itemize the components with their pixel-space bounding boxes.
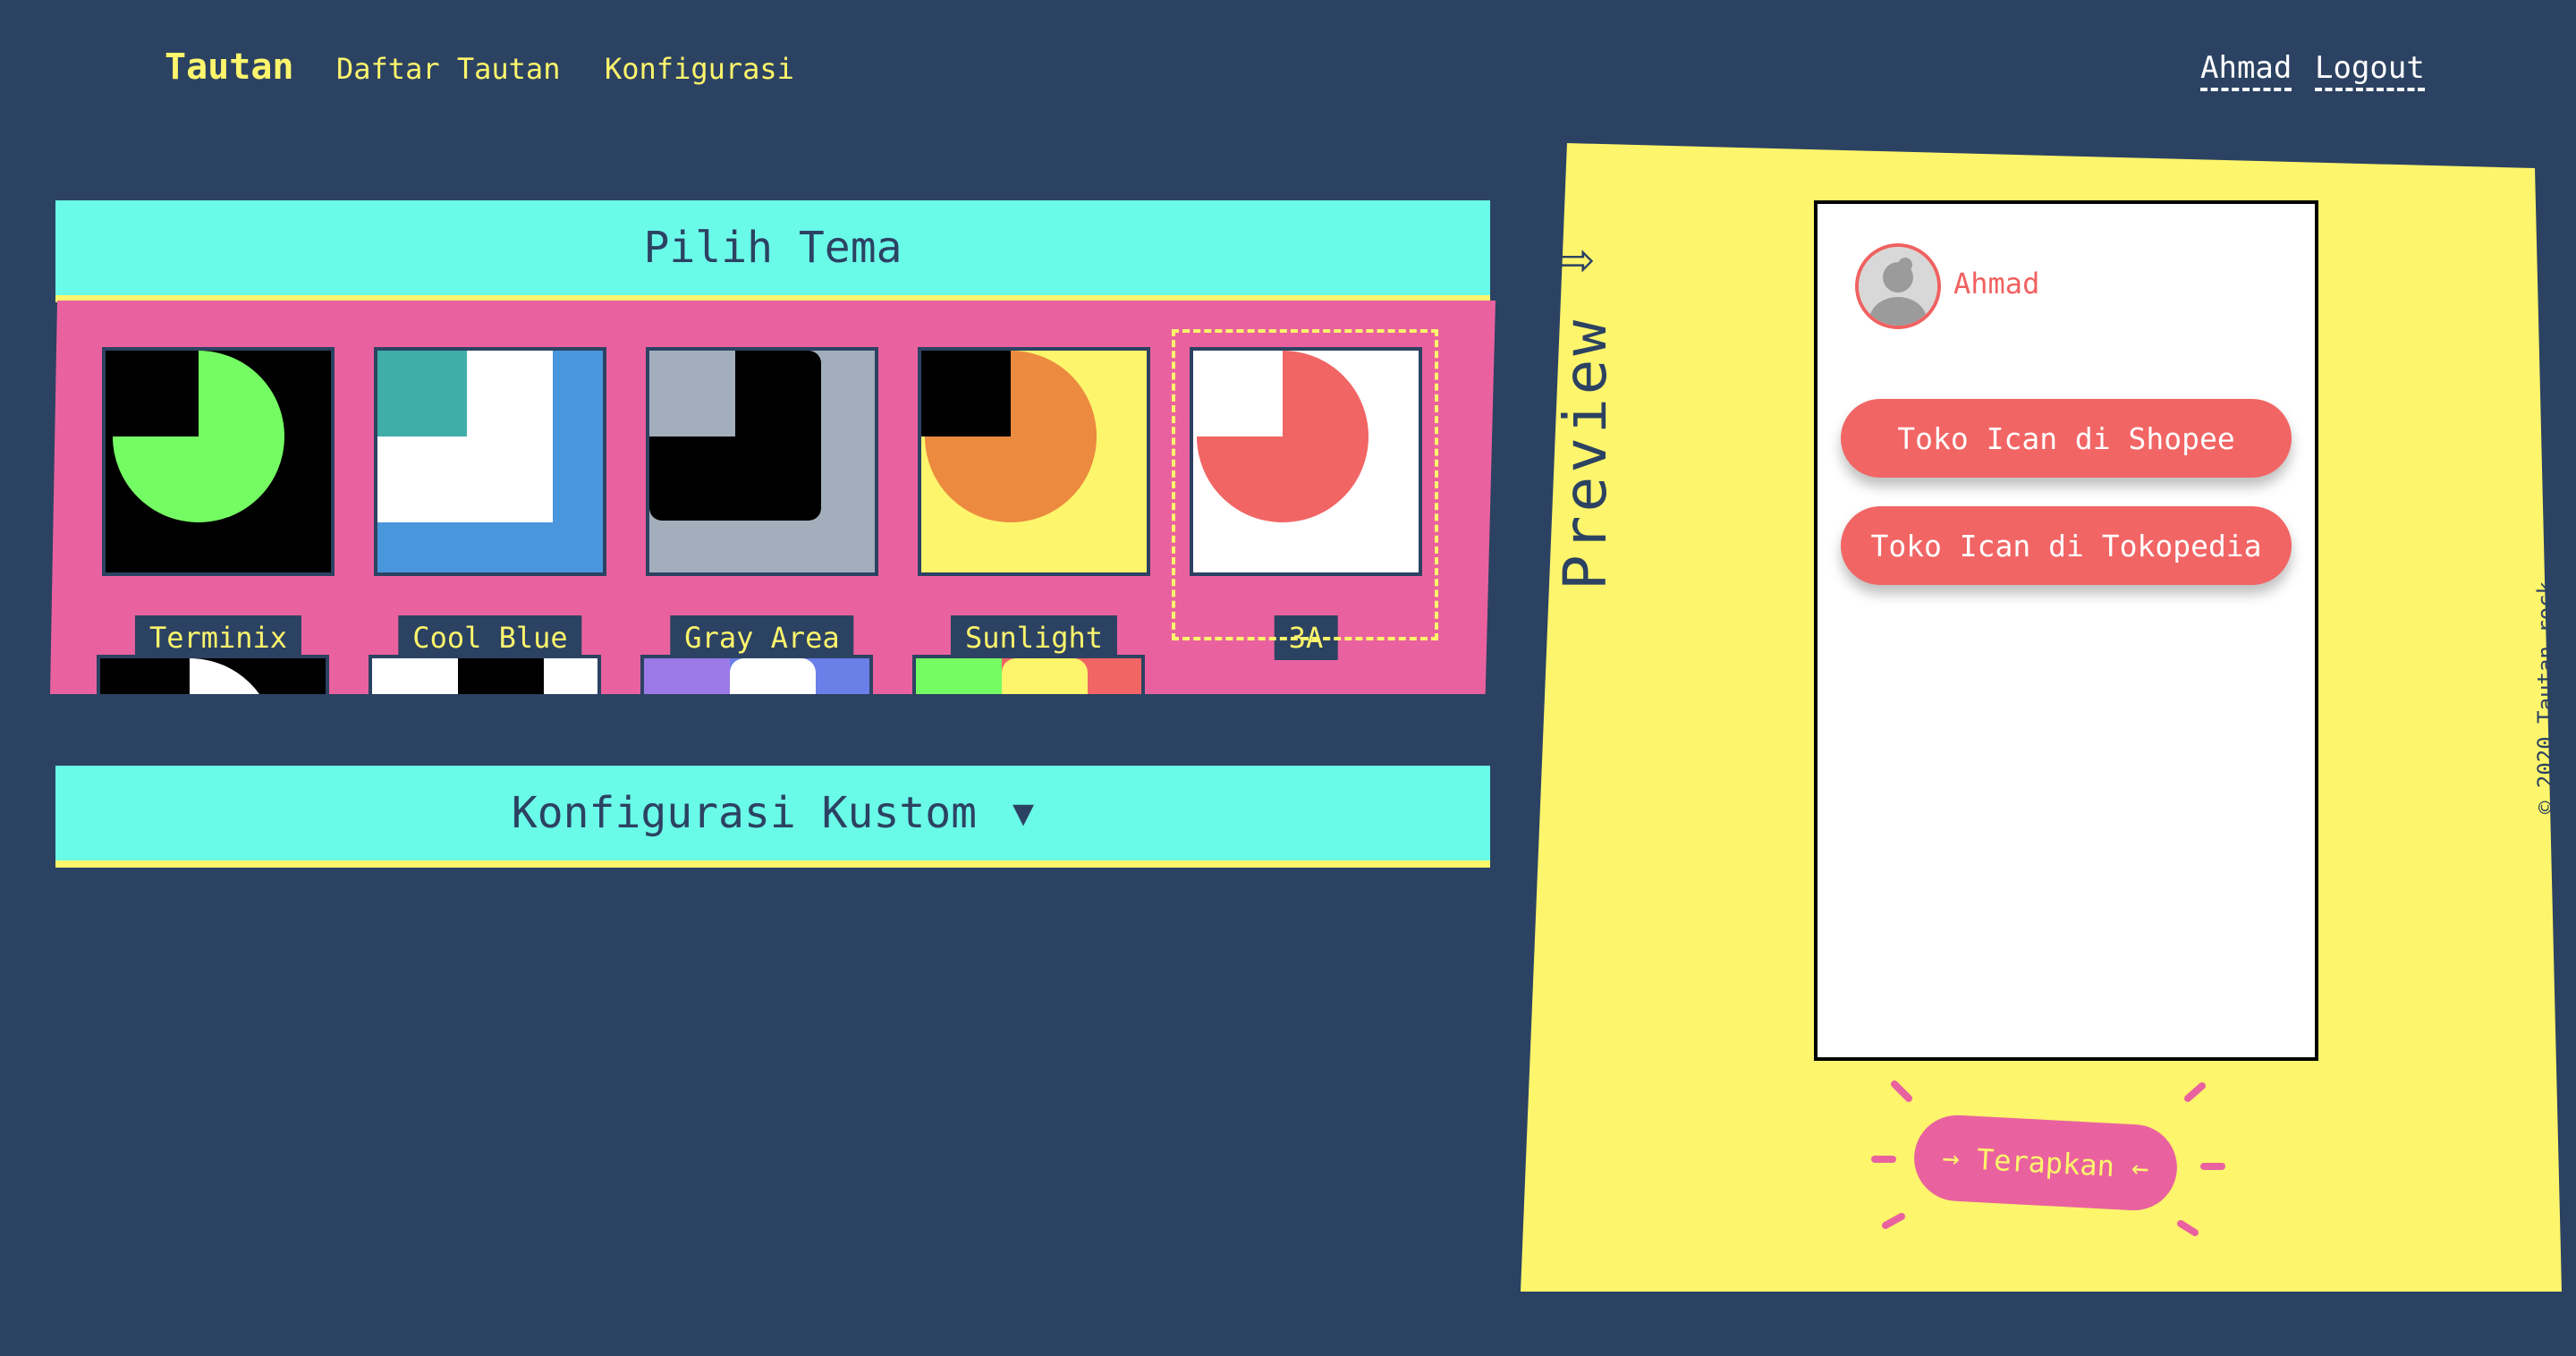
nav-link-daftar-tautan[interactable]: Daftar Tautan [336,52,560,86]
theme-swatch-gray-area[interactable] [646,347,878,576]
logout-link[interactable]: Logout [2315,50,2425,91]
phone-preview: Ahmad Toko Ican di Shopee Toko Ican di T… [1814,200,2318,1061]
theme-swatch-cool-blue[interactable] [374,347,606,576]
theme-label: Cool Blue [398,615,582,660]
theme-swatch[interactable] [97,655,329,694]
custom-config-title: Konfigurasi Kustom [511,788,978,838]
theme-label: Terminix [134,615,302,660]
theme-preview-graphic [649,351,875,572]
theme-swatch-terminix[interactable] [102,347,335,576]
copyright-text: © 2020 Tautan.rock [2533,581,2558,814]
theme-swatch[interactable] [912,655,1145,694]
preview-link-button-shopee[interactable]: Toko Ican di Shopee [1841,399,2292,478]
theme-label: Sunlight [950,615,1118,660]
user-profile-link[interactable]: Ahmad [2200,50,2292,91]
avatar [1855,243,1941,329]
profile-name: Ahmad [1953,267,2040,301]
chevron-down-icon: ▼ [1013,792,1035,834]
theme-swatch[interactable] [640,655,873,694]
apply-button[interactable]: → Terapkan ← [1911,1113,2180,1213]
top-navbar: Tautan Daftar Tautan Konfigurasi Ahmad L… [0,0,2576,143]
theme-preview-graphic [916,658,1141,694]
custom-config-toggle[interactable]: Konfigurasi Kustom ▼ [55,766,1490,868]
brand-logo[interactable]: Tautan [165,47,294,88]
theme-swatch-sunlight[interactable] [918,347,1150,576]
choose-theme-header[interactable]: Pilih Tema [55,200,1490,302]
theme-preview-graphic [644,658,869,694]
theme-preview-graphic [100,658,326,694]
preview-title: Preview [1551,316,1620,590]
theme-swatch[interactable] [369,655,601,694]
selected-theme-indicator [1172,329,1438,640]
nav-link-konfigurasi[interactable]: Konfigurasi [605,52,794,86]
theme-preview-graphic [921,351,1147,572]
theme-preview-graphic [372,658,597,694]
user-avatar-icon [1859,247,1937,326]
theme-label: Gray Area [670,615,854,660]
theme-preview-graphic [377,351,603,572]
theme-preview-graphic [106,351,331,572]
preview-link-button-tokopedia[interactable]: Toko Ican di Tokopedia [1841,506,2292,585]
choose-theme-title: Pilih Tema [643,223,902,273]
